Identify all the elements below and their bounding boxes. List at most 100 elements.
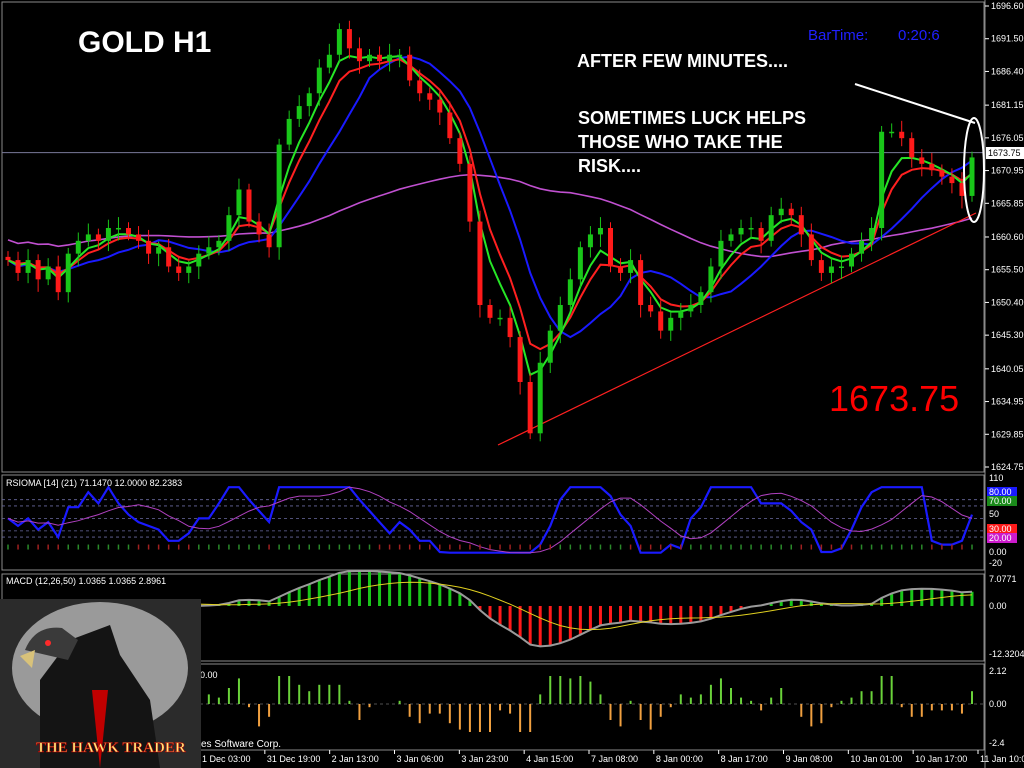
candle-body — [608, 227, 613, 267]
candle-body — [648, 304, 654, 312]
price-tick-label: 1676.05 — [991, 133, 1024, 143]
candle-body — [457, 138, 463, 164]
candle-body — [316, 67, 322, 94]
annotation-line-1: SOMETIMES LUCK HELPS — [578, 108, 806, 128]
rsioma-tick-label: 0.00 — [989, 547, 1007, 557]
ma-fast-line — [7, 54, 973, 377]
candle-body — [296, 106, 302, 119]
candle-body — [206, 247, 212, 254]
candle-body — [537, 362, 543, 434]
rsioma-label: RSIOMA [14] (21) 71.1470 12.0000 82.2383 — [6, 478, 182, 488]
candle-body — [286, 118, 292, 145]
candle-body — [85, 234, 91, 241]
candle-body — [708, 266, 714, 293]
candle-body — [768, 215, 774, 241]
candle-body — [487, 304, 493, 318]
time-tick-label: 8 Jan 17:00 — [721, 754, 768, 764]
candle-body — [166, 247, 172, 267]
candle-body — [226, 215, 232, 241]
candle-body — [638, 260, 644, 305]
pane-frame — [1, 474, 985, 571]
time-axis: 1 Dec 03:00 31 Dec 19:00 2 Jan 13:00 3 Jan … — [199, 750, 1024, 764]
macd-label: MACD (12,26,50) 1.0365 1.0365 2.8961 — [6, 576, 166, 586]
candle-body — [266, 234, 272, 248]
candle-body — [326, 54, 332, 68]
candle-body — [838, 266, 844, 268]
candle-body — [678, 311, 684, 318]
candle-body — [738, 227, 744, 235]
rsioma-tick-label: -20 — [989, 558, 1002, 568]
candle-body — [587, 234, 593, 248]
candle-body — [25, 260, 31, 273]
hawk-trader-logo: THE HAWK TRADER — [0, 599, 201, 768]
candle-body — [808, 234, 814, 261]
price-tick-label: 1650.40 — [991, 297, 1024, 307]
candle-body — [869, 227, 875, 241]
rsioma-tick-label: 70.00 — [989, 496, 1012, 506]
time-tick-label: 10 Jan 17:00 — [915, 754, 967, 764]
time-tick-label: 8 Jan 00:00 — [656, 754, 703, 764]
candle-body — [437, 99, 443, 113]
candle-body — [507, 317, 513, 338]
time-tick-label: 3 Jan 06:00 — [397, 754, 444, 764]
candle-body — [547, 330, 553, 363]
price-tick-label: 1696.60 — [991, 1, 1024, 11]
candle-body — [909, 138, 915, 158]
candle-body — [758, 227, 764, 241]
oscillator-pane: 2.12 0.00 -2.4 — [200, 666, 1007, 748]
candle-body — [688, 304, 694, 312]
time-tick-label: 3 Jan 23:00 — [461, 754, 508, 764]
chart-canvas[interactable]: 1696.60 1691.50 1686.40 1681.15 1676.05 1670.… — [0, 0, 1024, 768]
candle-body — [5, 256, 11, 261]
candle-body — [55, 266, 61, 293]
candle-body — [407, 54, 413, 81]
ma-blue-line — [7, 55, 973, 339]
candle-body — [356, 48, 362, 62]
candle-body — [467, 163, 473, 222]
candle-body — [336, 29, 342, 55]
candle-body — [527, 381, 533, 434]
time-tick-label: 10 Jan 01:00 — [850, 754, 902, 764]
candle-body — [45, 266, 51, 280]
candle-body — [65, 253, 71, 293]
candle-body — [849, 253, 854, 267]
price-axis: 1696.60 1691.50 1686.40 1681.15 1676.05 1670.… — [985, 1, 1024, 472]
annotation-arrow-line — [854, 83, 976, 124]
candle-body — [156, 247, 162, 254]
oscillator-label: 0.00 — [200, 670, 218, 680]
rsioma-tick-label: 50 — [989, 509, 999, 519]
candle-body — [306, 93, 312, 107]
candle-body — [126, 227, 131, 235]
candle-body — [447, 112, 453, 139]
oscillator-tick-label: -2.4 — [989, 738, 1005, 748]
time-tick-label: 11 Jan 10:00 — [980, 754, 1024, 764]
candle-body — [497, 317, 503, 320]
candle-body — [186, 266, 192, 273]
time-tick-label: 2 Jan 13:00 — [332, 754, 379, 764]
time-tick-label: 4 Jan 15:00 — [526, 754, 573, 764]
time-tick-label: 31 Dec 19:00 — [267, 754, 321, 764]
price-tick-label: 1624.75 — [991, 462, 1024, 472]
candle-body — [919, 157, 925, 164]
candle-body — [236, 189, 242, 216]
time-tick-label: 9 Jan 08:00 — [786, 754, 833, 764]
current-price-large: 1673.75 — [829, 378, 959, 419]
candle-body — [115, 227, 121, 230]
annotation-after-few-minutes: AFTER FEW MINUTES.... — [577, 51, 788, 71]
candle-body — [668, 317, 674, 331]
price-tick-label: 1670.95 — [991, 166, 1024, 176]
price-tick-label: 1640.05 — [991, 364, 1024, 374]
price-tick-label: 1655.50 — [991, 265, 1024, 275]
bar-time-label: BarTime: — [808, 27, 868, 44]
candle-body — [387, 54, 393, 62]
candle-body — [246, 189, 252, 222]
candle-body — [146, 240, 152, 254]
annotation-line-2: THOSE WHO TAKE THE — [578, 132, 783, 152]
price-tick-label: 1645.30 — [991, 330, 1024, 340]
candle-body — [577, 247, 583, 280]
candle-body — [828, 266, 834, 273]
price-tick-label: 1681.15 — [991, 100, 1024, 110]
candle-body — [477, 221, 483, 305]
candle-body — [95, 234, 101, 241]
candle-body — [658, 311, 664, 331]
